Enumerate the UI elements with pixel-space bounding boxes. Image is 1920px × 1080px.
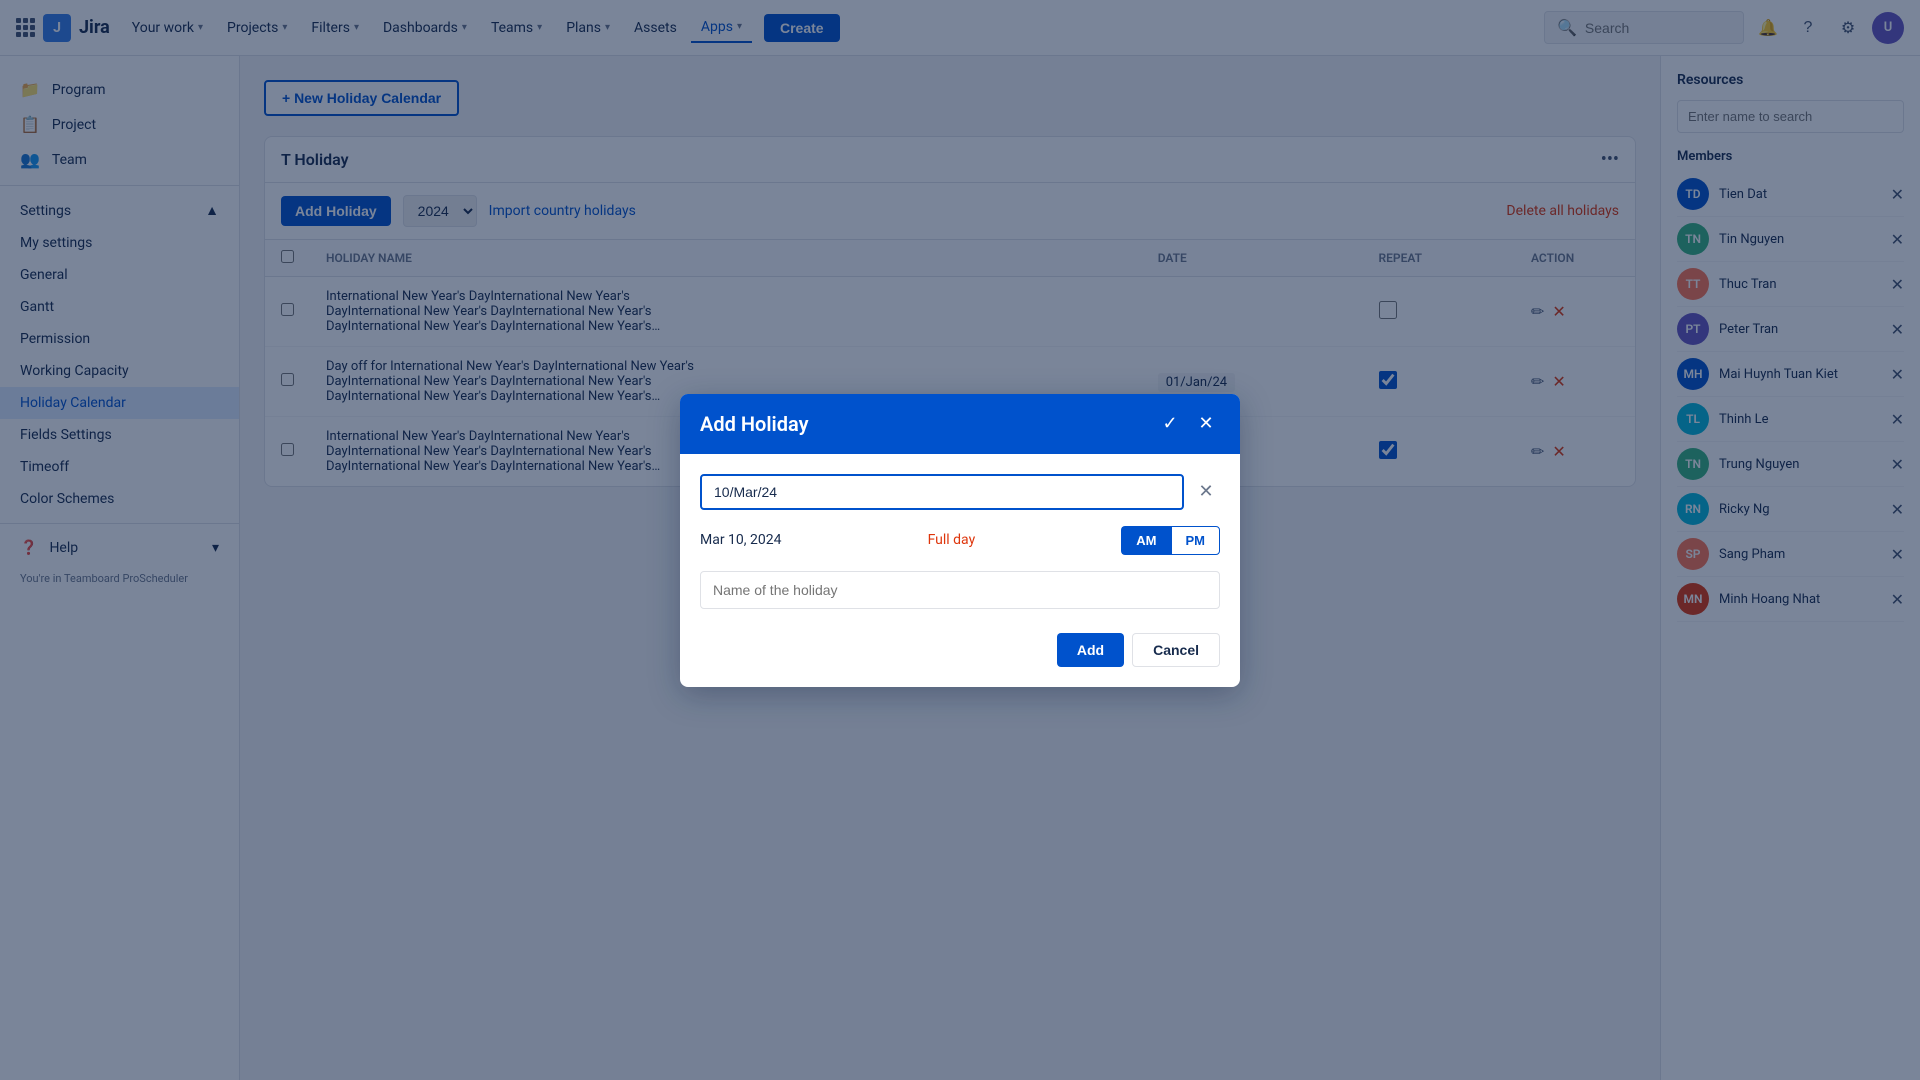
modal-check-button[interactable]: ✓	[1156, 410, 1184, 438]
parsed-date-text: Mar 10, 2024	[700, 532, 782, 548]
modal-title: Add Holiday	[700, 412, 809, 436]
am-button[interactable]: AM	[1121, 526, 1170, 555]
date-info-row: Mar 10, 2024 Full day AM PM	[700, 526, 1220, 555]
modal-header: Add Holiday ✓ ✕	[680, 394, 1240, 454]
date-input-row: ✕	[700, 474, 1220, 510]
modal-close-button[interactable]: ✕	[1192, 410, 1220, 438]
modal-overlay[interactable]: Add Holiday ✓ ✕ ✕ Mar 10, 2024 Full day …	[0, 0, 1920, 1080]
full-day-label: Full day	[928, 532, 976, 548]
modal-add-button[interactable]: Add	[1057, 633, 1124, 667]
clear-date-button[interactable]: ✕	[1192, 478, 1220, 506]
am-pm-toggle: AM PM	[1121, 526, 1220, 555]
modal-close-buttons: ✓ ✕	[1156, 410, 1220, 438]
date-input[interactable]	[700, 474, 1184, 510]
modal-cancel-button[interactable]: Cancel	[1132, 633, 1220, 667]
modal-footer: Add Cancel	[700, 625, 1220, 667]
pm-button[interactable]: PM	[1171, 526, 1221, 555]
modal-body: ✕ Mar 10, 2024 Full day AM PM Add Cancel	[680, 454, 1240, 687]
add-holiday-modal: Add Holiday ✓ ✕ ✕ Mar 10, 2024 Full day …	[680, 394, 1240, 687]
holiday-name-input[interactable]	[700, 571, 1220, 609]
